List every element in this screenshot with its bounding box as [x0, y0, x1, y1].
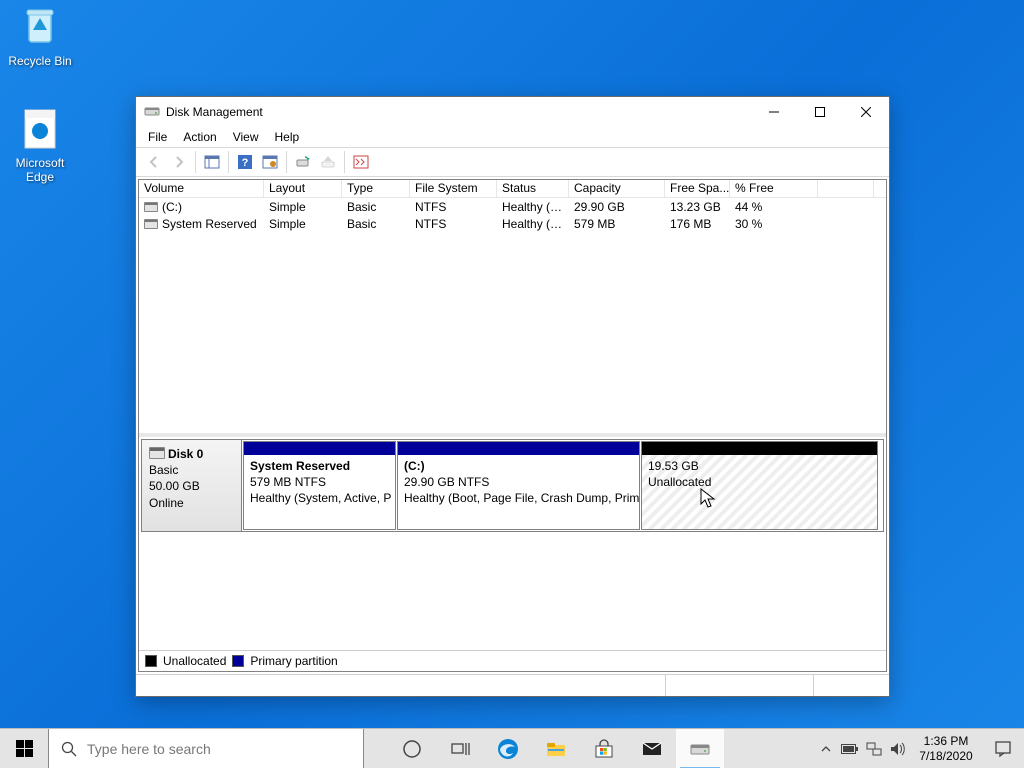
- partition-unallocated[interactable]: 19.53 GBUnallocated: [641, 441, 878, 530]
- titlebar[interactable]: Disk Management: [136, 97, 889, 127]
- toolbar: ?: [136, 147, 889, 177]
- menu-view[interactable]: View: [225, 130, 267, 144]
- taskbar: Type here to search 1:36 PM 7/18/2020: [0, 728, 1024, 768]
- volume-list[interactable]: Volume Layout Type File System Status Ca…: [139, 180, 886, 433]
- search-box[interactable]: Type here to search: [48, 729, 364, 768]
- back-button: [142, 150, 166, 174]
- menubar: File Action View Help: [136, 127, 889, 147]
- disk-graphical-view[interactable]: Disk 0 Basic 50.00 GB Online System Rese…: [139, 437, 886, 650]
- tray-battery-icon[interactable]: [838, 729, 862, 768]
- drive-icon: [144, 202, 158, 212]
- taskbar-file-explorer[interactable]: [532, 729, 580, 768]
- drive-icon: [144, 219, 158, 229]
- desktop-icon-edge[interactable]: Microsoft Edge: [2, 106, 78, 185]
- col-spacer[interactable]: [818, 180, 874, 197]
- search-placeholder: Type here to search: [87, 741, 211, 757]
- taskbar-cortana[interactable]: [388, 729, 436, 768]
- disk-row: Disk 0 Basic 50.00 GB Online System Rese…: [141, 439, 884, 532]
- disk-management-window: Disk Management File Action View Help ?: [135, 96, 890, 697]
- col-pctfree[interactable]: % Free: [730, 180, 818, 197]
- tray-clock[interactable]: 1:36 PM 7/18/2020: [910, 734, 982, 764]
- volume-row[interactable]: (C:)SimpleBasicNTFSHealthy (B...29.90 GB…: [139, 198, 886, 215]
- col-status[interactable]: Status: [497, 180, 569, 197]
- taskbar-task-view[interactable]: [436, 729, 484, 768]
- legend-swatch-primary: [232, 655, 244, 667]
- minimize-button[interactable]: [751, 97, 797, 127]
- refresh-button[interactable]: [291, 150, 315, 174]
- maximize-button[interactable]: [797, 97, 843, 127]
- search-icon: [61, 741, 77, 757]
- tray-volume-icon[interactable]: [886, 729, 910, 768]
- properties-button[interactable]: [349, 150, 373, 174]
- close-button[interactable]: [843, 97, 889, 127]
- col-capacity[interactable]: Capacity: [569, 180, 665, 197]
- menu-file[interactable]: File: [140, 130, 175, 144]
- taskbar-disk-management[interactable]: [676, 729, 724, 768]
- desktop-icon-label: Recycle Bin: [8, 54, 71, 68]
- desktop-icon-label: Microsoft Edge: [16, 156, 65, 184]
- partition-primary[interactable]: System Reserved579 MB NTFSHealthy (Syste…: [243, 441, 396, 530]
- taskbar-store[interactable]: [580, 729, 628, 768]
- svg-text:?: ?: [242, 157, 249, 169]
- tray-network-icon[interactable]: [862, 729, 886, 768]
- legend: Unallocated Primary partition: [139, 650, 886, 671]
- col-type[interactable]: Type: [342, 180, 410, 197]
- menu-action[interactable]: Action: [175, 130, 224, 144]
- forward-button: [167, 150, 191, 174]
- taskbar-mail[interactable]: [628, 729, 676, 768]
- legend-label-primary: Primary partition: [250, 654, 337, 668]
- app-icon: [144, 104, 160, 120]
- show-hide-console-tree-button[interactable]: [200, 150, 224, 174]
- partition-primary[interactable]: (C:)29.90 GB NTFSHealthy (Boot, Page Fil…: [397, 441, 640, 530]
- col-layout[interactable]: Layout: [264, 180, 342, 197]
- tray-action-center[interactable]: [982, 729, 1024, 768]
- eject-button: [316, 150, 340, 174]
- volume-row[interactable]: System ReservedSimpleBasicNTFSHealthy (S…: [139, 215, 886, 232]
- start-button[interactable]: [0, 729, 48, 768]
- legend-swatch-unallocated: [145, 655, 157, 667]
- statusbar: [136, 674, 889, 696]
- recycle-bin-icon: [17, 4, 63, 50]
- disk-icon: [149, 447, 165, 459]
- menu-help[interactable]: Help: [267, 130, 308, 144]
- desktop-icon-recycle-bin[interactable]: Recycle Bin: [2, 4, 78, 68]
- tray-overflow[interactable]: [814, 729, 838, 768]
- help-button[interactable]: ?: [233, 150, 257, 174]
- window-title: Disk Management: [166, 105, 263, 119]
- legend-label-unallocated: Unallocated: [163, 654, 226, 668]
- settings-button[interactable]: [258, 150, 282, 174]
- col-filesystem[interactable]: File System: [410, 180, 497, 197]
- edge-icon: [17, 106, 63, 152]
- col-volume[interactable]: Volume: [139, 180, 264, 197]
- volume-list-header: Volume Layout Type File System Status Ca…: [139, 180, 886, 198]
- disk-label[interactable]: Disk 0 Basic 50.00 GB Online: [142, 440, 242, 531]
- col-freespace[interactable]: Free Spa...: [665, 180, 730, 197]
- taskbar-edge[interactable]: [484, 729, 532, 768]
